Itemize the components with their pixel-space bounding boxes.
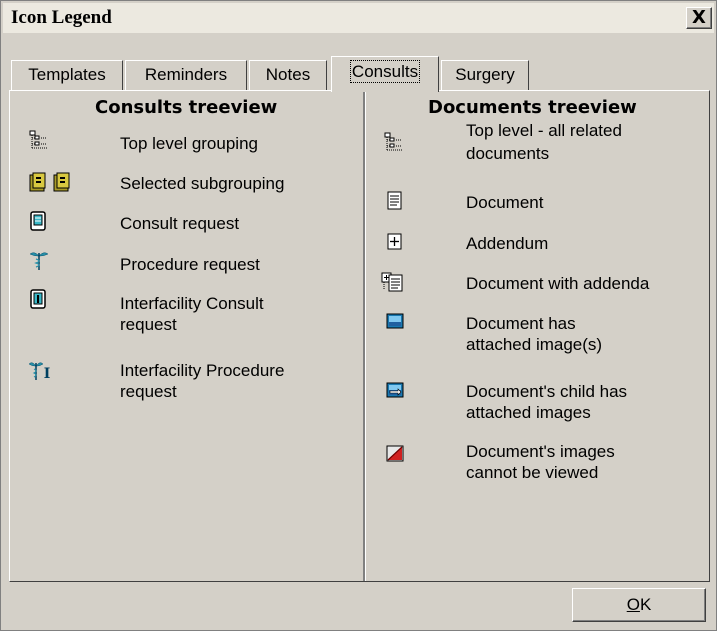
svg-text:I: I (44, 366, 51, 381)
consults-item-label: Procedure request (120, 255, 260, 274)
subgrouping-books-icon (28, 171, 76, 193)
icon-legend-dialog: Icon Legend X Templates Reminders Notes … (0, 0, 717, 631)
consult-request-icon (28, 210, 50, 232)
image-attached-icon (384, 311, 406, 333)
image-blocked-icon (384, 443, 406, 465)
ok-mnemonic: O (626, 595, 640, 614)
consults-item-label-line2: request (120, 382, 177, 401)
documents-item-label: Addendum (466, 234, 549, 253)
consults-item-label: Interfacility Procedure (120, 361, 285, 380)
tab-strip: Templates Reminders Notes Consults Surge… (11, 56, 711, 92)
interfacility-consult-icon: I (28, 288, 50, 310)
caduceus-icon (28, 249, 50, 271)
tab-notes[interactable]: Notes (249, 60, 327, 90)
consults-item-label-line2: request (120, 315, 177, 334)
documents-item-label-line2: documents (466, 144, 550, 163)
tree-grouping-icon (383, 131, 405, 153)
consults-item-label: Interfacility Consult (120, 294, 264, 313)
consults-item-label: Selected subgrouping (120, 174, 285, 193)
documents-item-label: Document's images (466, 442, 615, 461)
child-image-icon (384, 380, 406, 402)
ok-label-rest: K (639, 595, 652, 614)
tree-grouping-icon (28, 129, 50, 151)
svg-text:I: I (36, 293, 40, 306)
tab-consults[interactable]: Consults (331, 56, 439, 92)
tab-surgery[interactable]: Surgery (441, 60, 529, 90)
documents-item-label: Top level - all related (466, 121, 622, 140)
documents-item-label: Document with addenda (466, 274, 650, 293)
document-icon (384, 190, 406, 212)
documents-item-label-line2: attached images (466, 403, 591, 422)
window-title: Icon Legend (11, 7, 112, 28)
close-button[interactable]: X (686, 7, 712, 29)
documents-treeview-title: Documents treeview (428, 97, 637, 118)
ok-button[interactable]: OK (572, 588, 706, 622)
document-with-addenda-icon (380, 271, 406, 293)
addendum-icon (384, 231, 406, 253)
tab-templates[interactable]: Templates (11, 60, 123, 90)
consults-treeview-title: Consults treeview (95, 97, 278, 118)
consults-item-label: Top level grouping (120, 134, 258, 153)
documents-item-label: Document's child has (466, 382, 628, 401)
title-bar[interactable]: Icon Legend X (3, 3, 714, 33)
interfacility-procedure-icon: I (28, 359, 54, 381)
documents-item-label-line2: attached image(s) (466, 335, 603, 354)
documents-item-label: Document has (466, 314, 576, 333)
documents-item-label: Document (466, 193, 544, 212)
legend-panel: Consults treeview Top level grouping Sel… (9, 90, 710, 582)
dialog-footer: OK (9, 587, 710, 627)
column-divider (363, 91, 366, 581)
documents-item-label-line2: cannot be viewed (466, 463, 599, 482)
consults-item-label: Consult request (120, 214, 240, 233)
tab-reminders[interactable]: Reminders (125, 60, 247, 90)
